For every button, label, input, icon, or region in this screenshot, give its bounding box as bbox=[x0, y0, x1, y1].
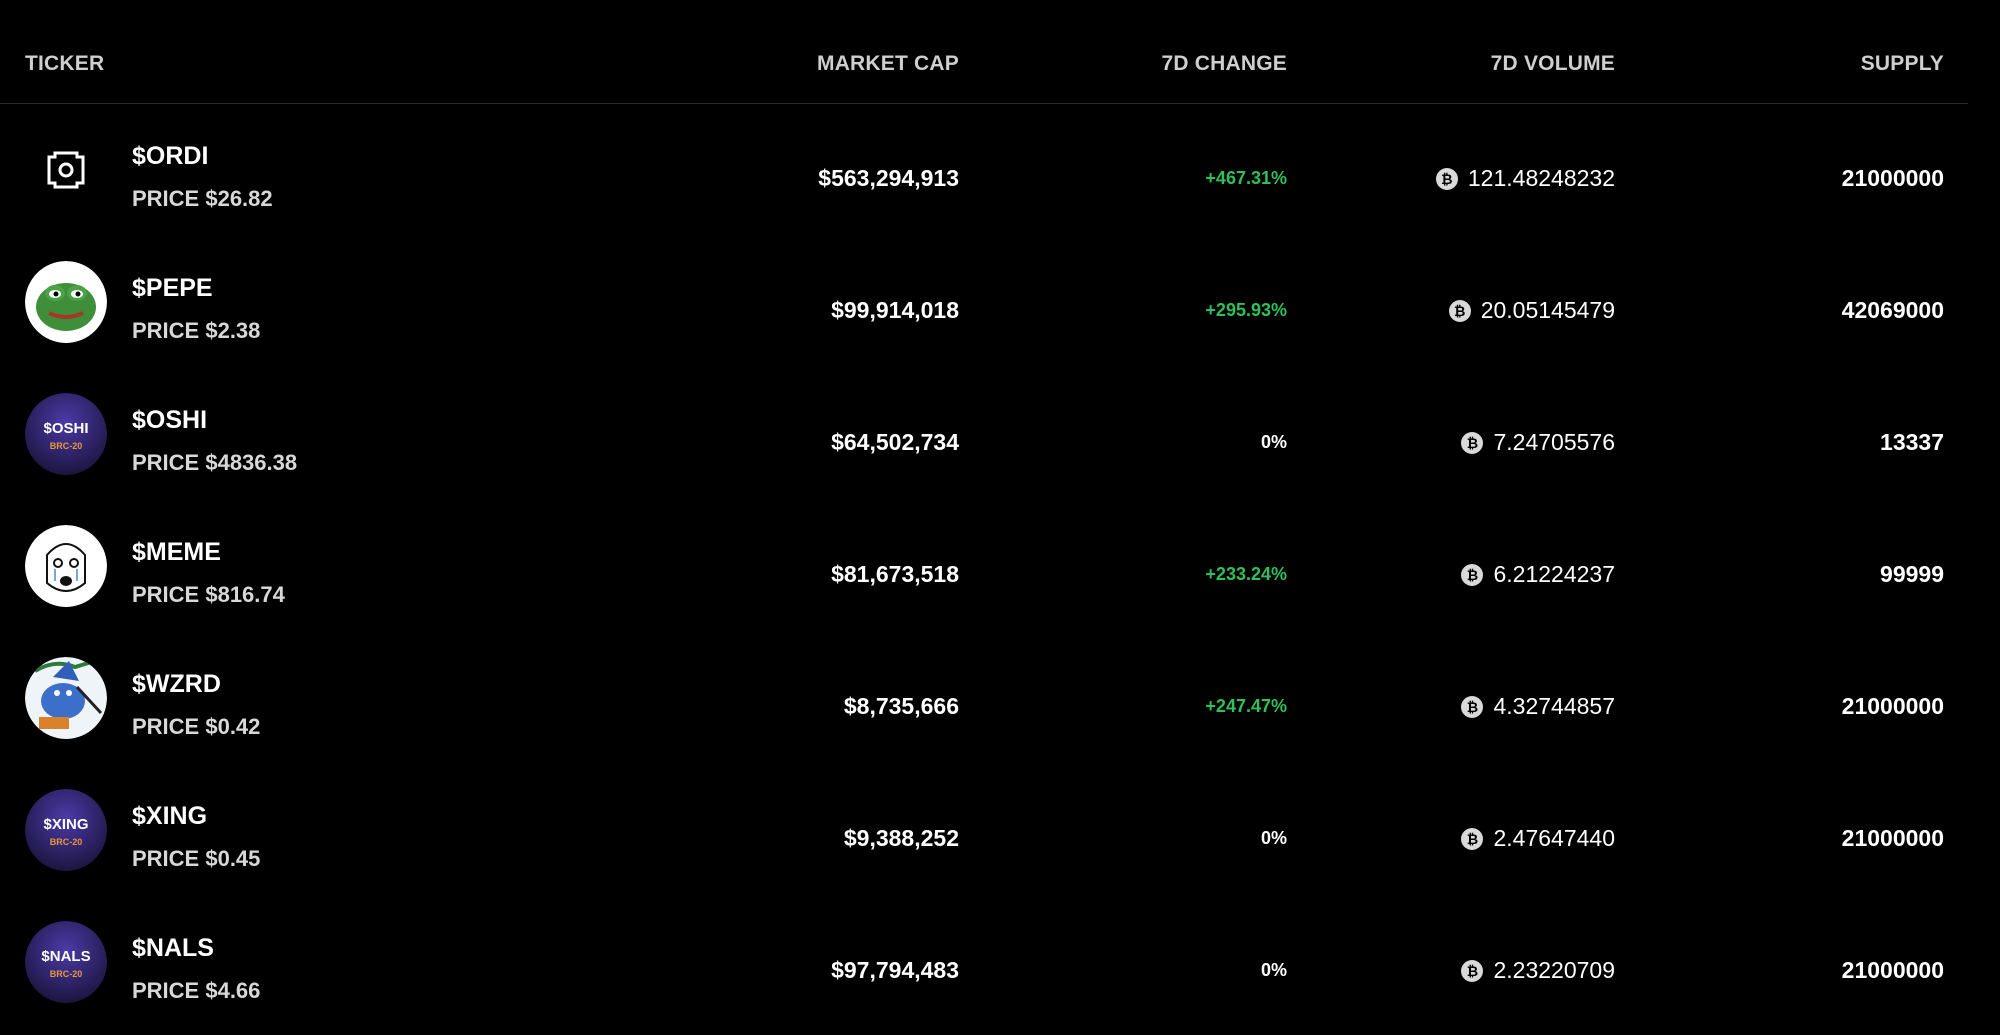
volume-7d-value: 2.47647440 bbox=[1493, 825, 1615, 851]
meme-wojak-avatar bbox=[25, 525, 107, 607]
brc20-badge-icon: $XING BRC-20 bbox=[25, 789, 107, 871]
supply-value: 42069000 bbox=[1841, 297, 1944, 323]
supply-value: 21000000 bbox=[1841, 825, 1944, 851]
market-cap-value: $99,914,018 bbox=[831, 297, 959, 323]
ticker-symbol[interactable]: $MEME bbox=[132, 538, 221, 567]
volume-7d-value: 20.05145479 bbox=[1480, 297, 1615, 323]
change-7d-value: +295.93% bbox=[1205, 300, 1287, 320]
table-header: TICKER MARKET CAP 7D CHANGE 7D VOLUME SU… bbox=[0, 0, 1968, 104]
bitcoin-icon: ₿ bbox=[1461, 827, 1484, 850]
ticker-price: PRICE $4.66 bbox=[132, 978, 261, 1003]
supply-value: 21000000 bbox=[1841, 693, 1944, 719]
table-row[interactable]: $MEME PRICE $816.74 $81,673,518 +233.24%… bbox=[0, 502, 1968, 634]
svg-text:$XING: $XING bbox=[43, 816, 88, 833]
volume-7d: ₿ 2.23220709 bbox=[1461, 957, 1615, 984]
market-cap-value: $81,673,518 bbox=[831, 561, 959, 587]
change-7d-value: 0% bbox=[1260, 960, 1287, 980]
table-row[interactable]: $XING BRC-20 $XING PRICE $0.45 $9,388,25… bbox=[0, 766, 1968, 898]
svg-text:$NALS: $NALS bbox=[41, 948, 90, 965]
svg-text:BRC-20: BRC-20 bbox=[50, 969, 83, 979]
market-cap-value: $97,794,483 bbox=[831, 957, 959, 983]
token-table: TICKER MARKET CAP 7D CHANGE 7D VOLUME SU… bbox=[0, 0, 1968, 1035]
volume-7d-value: 7.24705576 bbox=[1493, 429, 1615, 455]
brc20-badge-icon: $NALS BRC-20 bbox=[25, 921, 107, 1003]
market-cap-value: $64,502,734 bbox=[831, 429, 959, 455]
supply-value: 99999 bbox=[1880, 561, 1944, 587]
volume-7d: ₿ 7.24705576 bbox=[1461, 429, 1615, 456]
volume-7d: ₿ 4.32744857 bbox=[1461, 693, 1615, 720]
header-7d-volume[interactable]: 7D VOLUME bbox=[1491, 52, 1615, 76]
bitcoin-icon: ₿ bbox=[1448, 299, 1471, 322]
volume-7d: ₿ 20.05145479 bbox=[1448, 297, 1615, 324]
volume-7d-value: 6.21224237 bbox=[1493, 561, 1615, 587]
bitcoin-icon: ₿ bbox=[1435, 167, 1458, 190]
svg-text:BRC-20: BRC-20 bbox=[50, 837, 83, 847]
ticker-symbol[interactable]: $WZRD bbox=[132, 670, 221, 699]
change-7d-value: +247.47% bbox=[1205, 696, 1287, 716]
table-row[interactable]: $WZRD PRICE $0.42 $8,735,666 +247.47% ₿ … bbox=[0, 634, 1968, 766]
table-row[interactable]: $NALS BRC-20 $NALS PRICE $4.66 $97,794,4… bbox=[0, 898, 1968, 1030]
volume-7d-value: 2.23220709 bbox=[1493, 957, 1615, 983]
change-7d-value: +233.24% bbox=[1205, 564, 1287, 584]
volume-7d: ₿ 121.48248232 bbox=[1435, 165, 1615, 192]
ticker-price: PRICE $0.42 bbox=[132, 714, 261, 739]
header-supply[interactable]: SUPPLY bbox=[1861, 52, 1944, 76]
change-7d-value: 0% bbox=[1260, 432, 1287, 452]
table-row[interactable]: $PEPE PRICE $2.38 $99,914,018 +295.93% ₿… bbox=[0, 238, 1968, 370]
ticker-price: PRICE $4836.38 bbox=[132, 450, 298, 475]
supply-value: 21000000 bbox=[1841, 165, 1944, 191]
volume-7d-value: 121.48248232 bbox=[1467, 165, 1615, 191]
table-row[interactable]: $OSHI BRC-20 $OSHI PRICE $4836.38 $64,50… bbox=[0, 370, 1968, 502]
supply-value: 21000000 bbox=[1841, 957, 1944, 983]
volume-7d: ₿ 2.47647440 bbox=[1461, 825, 1615, 852]
brc20-badge-icon: $OSHI BRC-20 bbox=[25, 393, 107, 475]
bitcoin-icon: ₿ bbox=[1461, 431, 1484, 454]
market-cap-value: $8,735,666 bbox=[843, 693, 959, 719]
volume-7d: ₿ 6.21224237 bbox=[1461, 561, 1615, 588]
header-7d-change[interactable]: 7D CHANGE bbox=[1162, 52, 1287, 76]
change-7d-value: +467.31% bbox=[1205, 168, 1287, 188]
market-cap-value: $563,294,913 bbox=[818, 165, 959, 191]
market-cap-value: $9,388,252 bbox=[843, 825, 959, 851]
bitcoin-icon: ₿ bbox=[1461, 563, 1484, 586]
table-row[interactable]: $ORDI PRICE $26.82 $563,294,913 +467.31%… bbox=[0, 106, 1968, 238]
wizard-avatar bbox=[25, 657, 107, 739]
svg-text:$OSHI: $OSHI bbox=[43, 420, 88, 437]
change-7d-value: 0% bbox=[1260, 828, 1287, 848]
header-ticker[interactable]: TICKER bbox=[25, 52, 104, 76]
ticker-price: PRICE $26.82 bbox=[132, 186, 273, 211]
ticker-price: PRICE $0.45 bbox=[132, 846, 261, 871]
ticker-symbol[interactable]: $OSHI bbox=[132, 406, 207, 435]
svg-text:BRC-20: BRC-20 bbox=[50, 441, 83, 451]
ticker-symbol[interactable]: $NALS bbox=[132, 934, 214, 963]
supply-value: 13337 bbox=[1880, 429, 1944, 455]
ticker-price: PRICE $2.38 bbox=[132, 318, 261, 343]
header-market-cap[interactable]: MARKET CAP bbox=[817, 52, 959, 76]
pepe-frog-avatar bbox=[25, 261, 107, 343]
ticker-price: PRICE $816.74 bbox=[132, 582, 285, 607]
ticker-symbol[interactable]: $PEPE bbox=[132, 274, 213, 303]
ticker-symbol[interactable]: $XING bbox=[132, 802, 207, 831]
bitcoin-icon: ₿ bbox=[1461, 959, 1484, 982]
ordi-logo-icon bbox=[25, 129, 107, 211]
bitcoin-icon: ₿ bbox=[1461, 695, 1484, 718]
volume-7d-value: 4.32744857 bbox=[1493, 693, 1615, 719]
ticker-symbol[interactable]: $ORDI bbox=[132, 142, 208, 171]
